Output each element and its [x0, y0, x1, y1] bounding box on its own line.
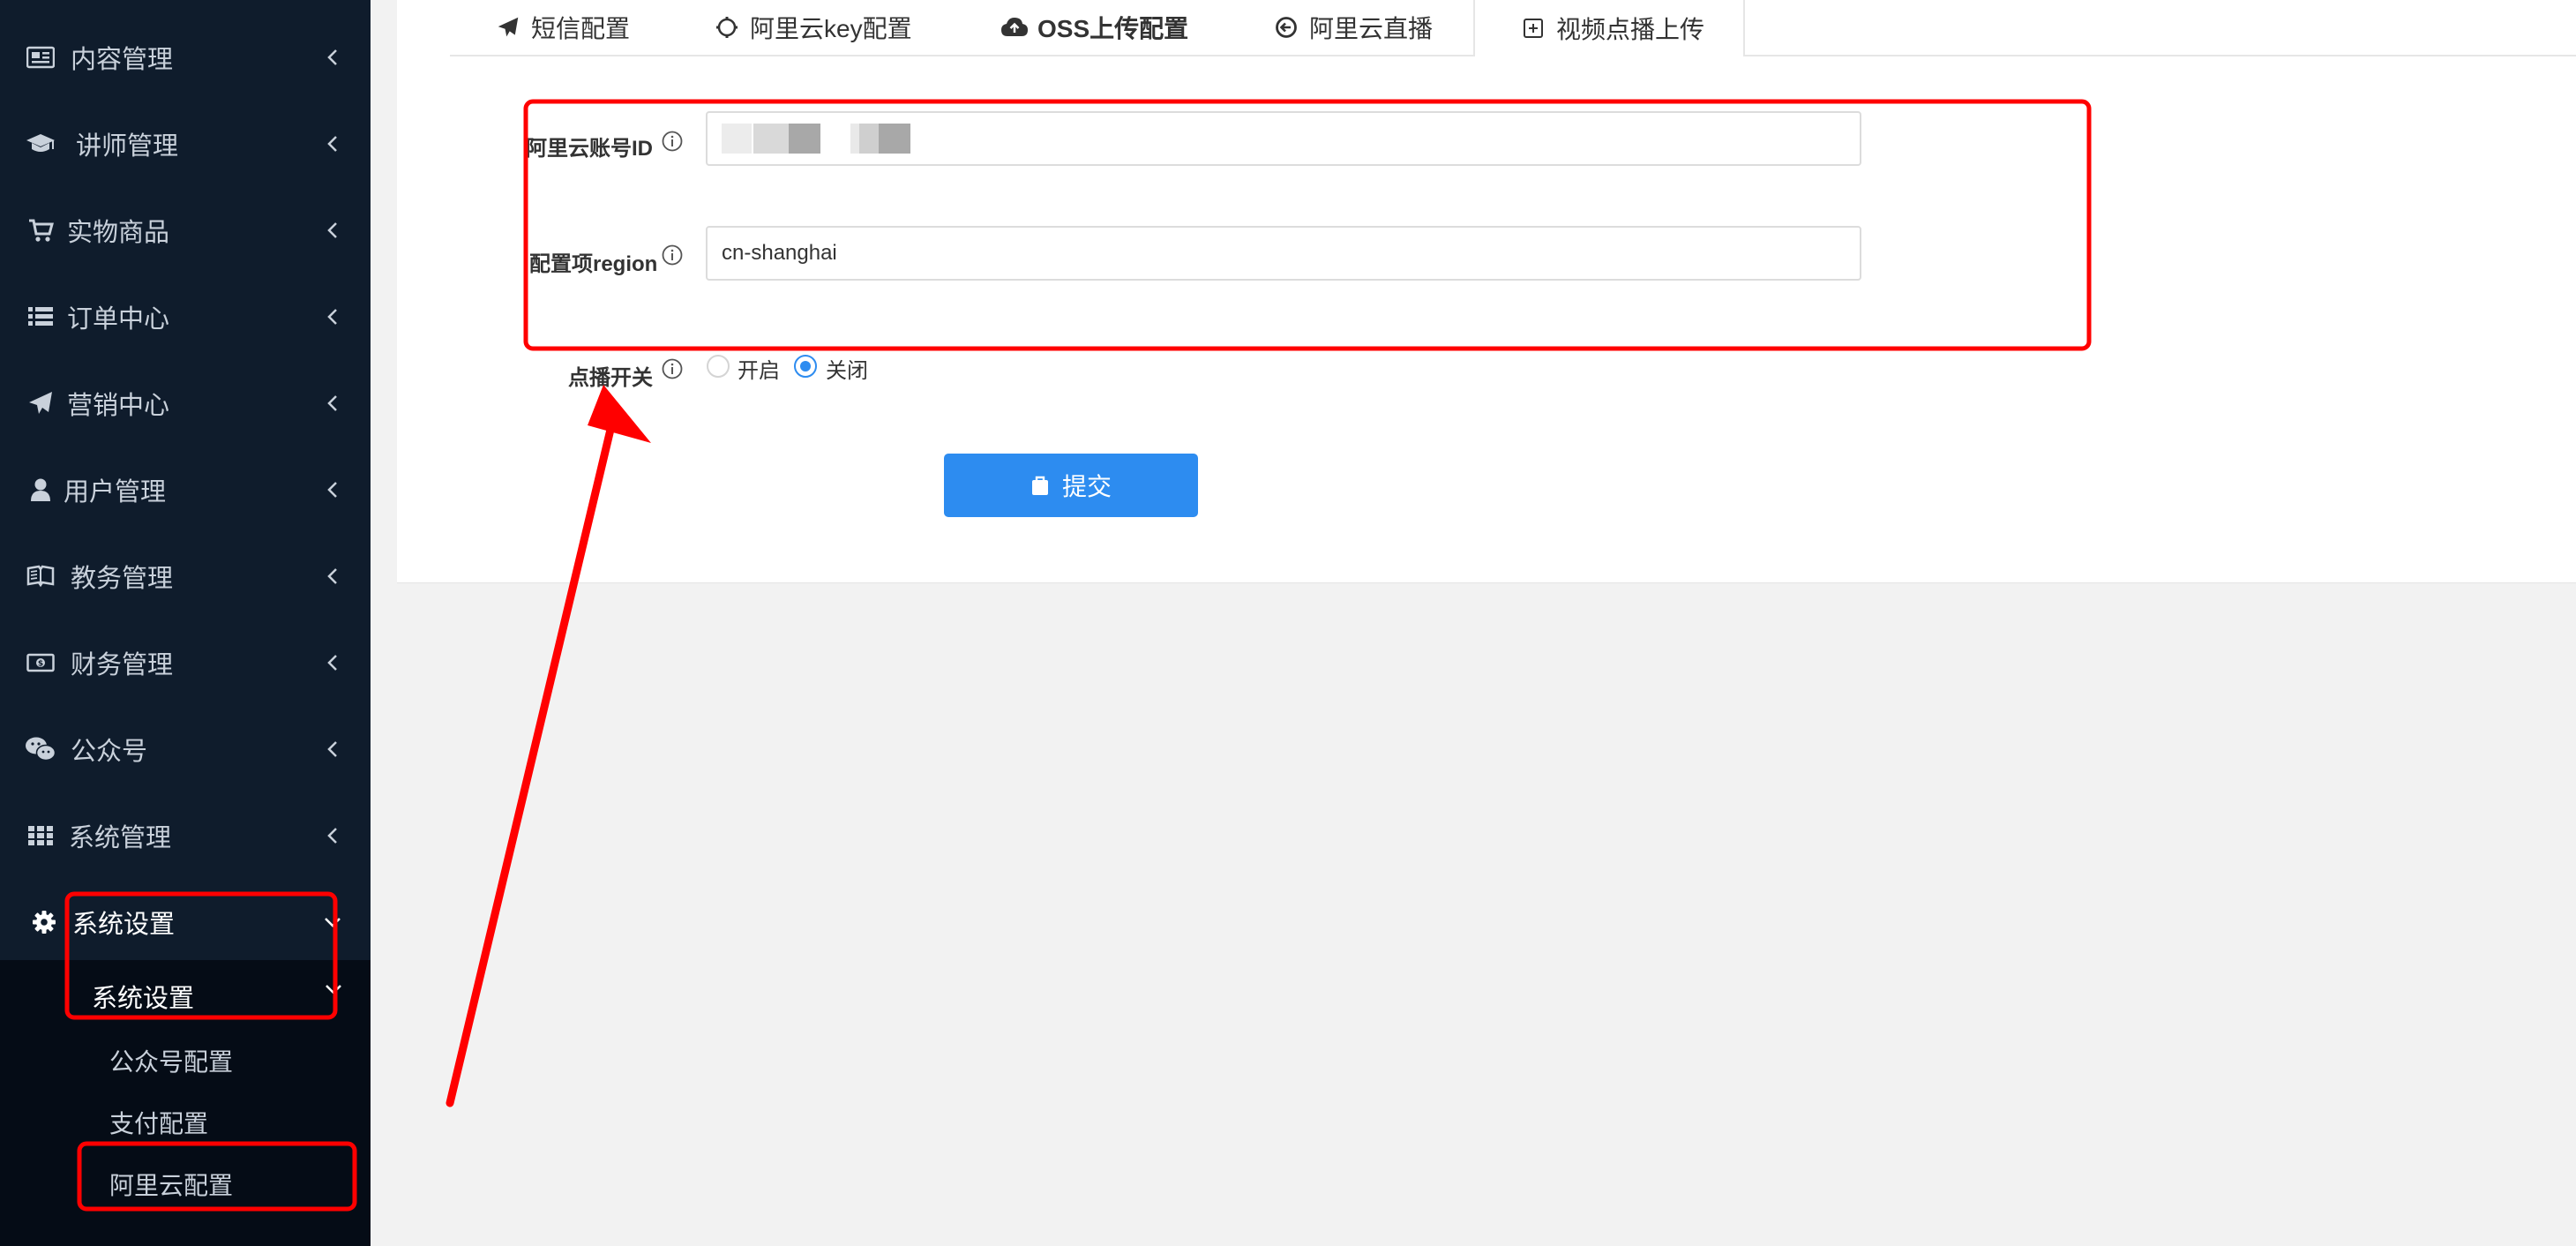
sidebar-item-finance[interactable]: $ 财务管理	[0, 623, 371, 702]
chevron-left-icon	[323, 826, 342, 845]
newspaper-icon	[25, 41, 56, 73]
sidebar-item-wechat[interactable]: 公众号	[0, 709, 371, 789]
sidebar-item-content[interactable]: 内容管理	[0, 18, 371, 97]
sidebar-item-label: 营销中心	[67, 392, 170, 420]
chevron-left-icon	[323, 480, 342, 499]
sidebar-item-label: 用户管理	[64, 478, 167, 507]
sidebar-item-label: 公众号	[71, 738, 148, 766]
chevron-down-icon	[323, 912, 342, 932]
info-icon	[662, 131, 683, 152]
tab-aliyun-live[interactable]: 阿里云直播	[1272, 0, 1433, 55]
sidebar-item-goods[interactable]: 实物商品	[0, 191, 371, 270]
chevron-left-icon	[323, 307, 342, 327]
submit-label: 提交	[1061, 473, 1112, 500]
sidebar-item-label: 系统管理	[69, 824, 172, 852]
sidebar-item-system-settings[interactable]: 系统设置	[0, 882, 371, 962]
chevron-left-icon	[323, 567, 342, 586]
redacted-block	[753, 124, 789, 154]
redacted-block	[789, 124, 820, 154]
redacted-block	[879, 124, 910, 154]
tab-sms-config[interactable]: 短信配置	[494, 0, 630, 55]
sidebar-item-label: 内容管理	[71, 46, 174, 74]
chevron-down-icon	[325, 983, 344, 1002]
region-label: 配置项region	[529, 252, 658, 276]
sidebar: 内容管理 讲师管理 实物商品 订单中心 营销中心 用户管理 教务管理 $ 财务管…	[0, 0, 371, 1246]
svg-text:$: $	[38, 660, 43, 669]
chevron-left-icon	[323, 394, 342, 413]
account-id-input[interactable]	[706, 111, 1861, 166]
cart-icon	[25, 214, 56, 246]
region-field[interactable]	[720, 240, 1782, 266]
tab-label: 视频点播上传	[1556, 16, 1705, 43]
book-icon	[25, 560, 56, 592]
paper-plane-icon	[25, 387, 56, 419]
region-input[interactable]	[706, 226, 1861, 281]
radio-dot	[800, 361, 811, 372]
submenu-item-wechat-config[interactable]: 公众号配置	[109, 1043, 233, 1078]
info-icon	[662, 244, 683, 266]
submenu-item-aliyun-config[interactable]: 阿里云配置	[109, 1167, 233, 1202]
circle-arrow-icon	[1272, 13, 1300, 41]
chevron-left-icon	[323, 739, 342, 759]
tab-label: OSS上传配置	[1037, 15, 1189, 42]
paper-plane-icon	[494, 13, 522, 41]
submenu-title[interactable]: 系统设置	[92, 978, 194, 1015]
cloud-upload-icon	[1000, 13, 1029, 41]
redacted-block	[722, 124, 752, 154]
redacted-block	[859, 124, 879, 154]
chevron-left-icon	[323, 48, 342, 67]
tab-label: 短信配置	[531, 15, 631, 42]
sidebar-item-label: 实物商品	[67, 219, 170, 247]
radio-off[interactable]	[794, 355, 817, 378]
radio-on[interactable]	[707, 355, 730, 378]
gear-icon	[28, 906, 60, 938]
list-icon	[25, 301, 56, 333]
tab-label: 阿里云直播	[1309, 15, 1434, 42]
submenu-item-payment-config[interactable]: 支付配置	[109, 1105, 208, 1140]
sidebar-item-marketing[interactable]: 营销中心	[0, 364, 371, 443]
sidebar-item-orders[interactable]: 订单中心	[0, 277, 371, 357]
tab-aliyun-key-config[interactable]: 阿里云key配置	[713, 0, 912, 55]
radio-on-label[interactable]: 开启	[738, 353, 780, 384]
sidebar-item-teacher[interactable]: 讲师管理	[0, 104, 371, 184]
briefcase-icon	[1030, 475, 1050, 496]
radio-off-label[interactable]: 关闭	[826, 353, 868, 384]
tab-oss-upload-config[interactable]: OSS上传配置	[1000, 0, 1188, 55]
sidebar-item-label: 订单中心	[67, 305, 170, 334]
vod-switch-label: 点播开关	[568, 366, 653, 390]
money-icon: $	[25, 647, 56, 679]
graduation-cap-icon	[25, 128, 56, 160]
sidebar-item-label: 财务管理	[71, 651, 174, 679]
info-icon	[662, 358, 683, 379]
user-icon	[25, 474, 56, 506]
sidebar-item-label: 系统设置	[72, 911, 176, 939]
wechat-icon	[25, 733, 56, 765]
tab-vod-upload[interactable]: 视频点播上传	[1473, 0, 1746, 56]
sidebar-item-label: 教务管理	[71, 565, 174, 593]
tab-label: 阿里云key配置	[750, 15, 912, 42]
sidebar-item-system-manage[interactable]: 系统管理	[0, 796, 371, 875]
sidebar-item-users[interactable]: 用户管理	[0, 450, 371, 529]
chevron-left-icon	[323, 134, 342, 154]
account-id-label: 阿里云账号ID	[526, 137, 653, 161]
plus-square-icon	[1519, 14, 1547, 42]
sidebar-item-label: 讲师管理	[76, 132, 179, 161]
grid-icon	[25, 820, 56, 852]
chevron-left-icon	[323, 653, 342, 672]
chevron-left-icon	[323, 221, 342, 240]
gear-outline-icon	[713, 13, 741, 41]
sidebar-item-academic[interactable]: 教务管理	[0, 537, 371, 616]
submit-button[interactable]: 提交	[944, 454, 1198, 517]
content-panel	[397, 0, 2576, 583]
